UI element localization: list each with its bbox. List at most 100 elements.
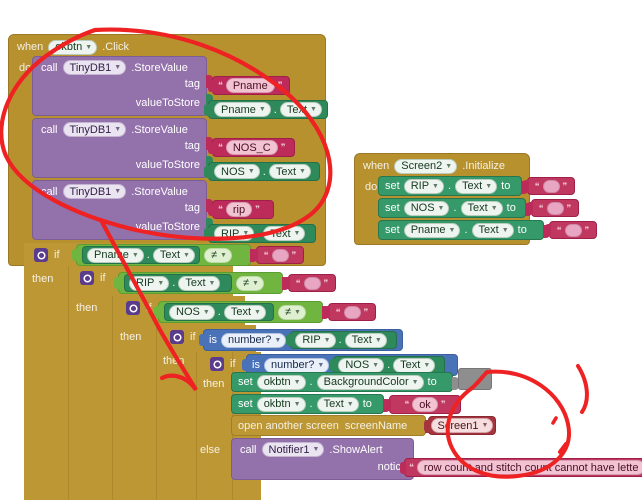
mutator-gear-icon[interactable] — [34, 248, 48, 262]
rip-component-dropdown[interactable]: RIP ▼ — [403, 178, 444, 194]
text-property-dropdown[interactable]: Text ▼ — [152, 247, 195, 263]
block-get-pname-text[interactable]: Pname ▼ . Text ▼ — [204, 100, 328, 119]
storevalue-method-label: .StoreValue — [131, 123, 188, 136]
rip-component-dropdown[interactable]: RIP ▼ — [129, 275, 170, 291]
if-label: if — [54, 249, 60, 261]
block-get-rip-text[interactable]: RIP ▼ . Text ▼ — [204, 224, 316, 243]
tinydb1-component-dropdown[interactable]: TinyDB1 ▼ — [62, 122, 127, 137]
block-call-tinydb1-storevalue-3[interactable]: call TinyDB1 ▼ .StoreValue tag valueToSt… — [32, 180, 213, 240]
mutator-gear-icon[interactable] — [170, 330, 184, 344]
okbtn-component-dropdown[interactable]: okbtn ▼ — [256, 374, 306, 390]
block-empty-text-cmp-2[interactable]: ❝ ❞ — [284, 274, 336, 292]
nos-component-dropdown[interactable]: NOS ▼ — [403, 200, 450, 216]
block-color-swatch-grey[interactable] — [458, 368, 492, 390]
text-property-dropdown[interactable]: Text ▼ — [316, 396, 359, 412]
notifier1-component-dropdown[interactable]: Notifier1 ▼ — [261, 442, 325, 457]
open-quote-icon: ❝ — [409, 462, 414, 472]
block-call-tinydb1-storevalue-2[interactable]: call TinyDB1 ▼ .StoreValue tag valueToSt… — [32, 118, 213, 178]
text-property-dropdown[interactable]: Text ▼ — [263, 226, 306, 241]
blocks-canvas[interactable]: when okbtn ▼ .Click do call TinyDB1 ▼ .S… — [0, 0, 642, 500]
text-value-nos-c[interactable]: NOS_C — [225, 140, 278, 155]
block-is-number-rip[interactable]: is number? ▼ RIP ▼ . Text ▼ — [199, 329, 403, 351]
block-empty-text-2[interactable]: ❝ ❞ — [527, 199, 579, 217]
backgroundcolor-property-dropdown[interactable]: BackgroundColor ▼ — [316, 374, 424, 390]
rip-component-dropdown[interactable]: RIP ▼ — [214, 226, 255, 241]
pname-component-dropdown[interactable]: Pname ▼ — [214, 102, 271, 117]
block-get-rip-text-isnum[interactable]: RIP ▼ . Text ▼ — [286, 331, 397, 349]
chevron-down-icon: ▼ — [423, 361, 431, 369]
empty-text-field[interactable] — [271, 248, 289, 262]
text-property-dropdown[interactable]: Text ▼ — [393, 357, 436, 373]
block-text-nos-c[interactable]: ❝ NOS_C ❞ — [208, 138, 295, 157]
pname-component-dropdown[interactable]: Pname ▼ — [87, 247, 144, 263]
comparison-operator-dropdown[interactable]: ≠ ▼ — [236, 275, 264, 291]
comparison-operator-dropdown[interactable]: ≠ ▼ — [204, 247, 232, 263]
nos-component-dropdown[interactable]: NOS ▼ — [338, 357, 385, 373]
text-property-dropdown[interactable]: Text ▼ — [223, 304, 266, 320]
text-property-dropdown[interactable]: Text ▼ — [268, 164, 311, 179]
block-set-pname-text[interactable]: set Pname ▼ . Text ▼ to — [378, 220, 550, 240]
nos-component-dropdown[interactable]: NOS ▼ — [214, 164, 260, 179]
block-empty-text-cmp-3[interactable]: ❝ ❞ — [324, 303, 376, 321]
okbtn-component-dropdown[interactable]: okbtn ▼ — [48, 39, 98, 55]
empty-text-field[interactable] — [564, 223, 582, 237]
block-set-nos-text[interactable]: set NOS ▼ . Text ▼ to — [378, 198, 532, 218]
mutator-gear-icon[interactable] — [80, 271, 94, 285]
empty-text-field[interactable] — [303, 276, 321, 290]
text-value-ok[interactable]: ok — [412, 397, 438, 412]
pname-component-dropdown[interactable]: Pname ▼ — [403, 222, 461, 238]
mutator-gear-icon[interactable] — [210, 357, 224, 371]
nos-component-dropdown[interactable]: NOS ▼ — [169, 304, 215, 320]
block-compare-rip-text[interactable]: RIP ▼ . Text ▼ ≠ ▼ — [114, 272, 289, 294]
empty-text-field[interactable] — [546, 201, 564, 215]
chevron-down-icon: ▼ — [247, 168, 255, 175]
screen1-dropdown[interactable]: Screen1 ▼ — [430, 418, 494, 433]
block-text-rip[interactable]: ❝ rip ❞ — [208, 200, 274, 219]
tinydb1-component-dropdown[interactable]: TinyDB1 ▼ — [62, 184, 127, 199]
block-get-nos-text[interactable]: NOS ▼ . Text ▼ — [204, 162, 320, 181]
block-get-nos-text-cmp[interactable]: NOS ▼ . Text ▼ — [164, 303, 274, 321]
block-get-rip-text-cmp[interactable]: RIP ▼ . Text ▼ — [124, 274, 232, 292]
block-text-pname[interactable]: ❝ Pname ❞ — [208, 76, 290, 95]
number-test-dropdown[interactable]: number? ▼ — [263, 357, 330, 373]
block-get-pname-text-cmp[interactable]: Pname ▼ . Text ▼ — [82, 246, 200, 264]
text-property-dropdown[interactable]: Text ▼ — [279, 102, 322, 117]
block-compare-nos-text[interactable]: NOS ▼ . Text ▼ ≠ ▼ — [154, 301, 329, 323]
screen2-component-dropdown[interactable]: Screen2 ▼ — [394, 158, 458, 174]
text-value-rip[interactable]: rip — [225, 202, 253, 217]
tinydb1-component-dropdown[interactable]: TinyDB1 ▼ — [62, 60, 127, 75]
chevron-down-icon: ▼ — [252, 279, 259, 287]
empty-text-field[interactable] — [343, 305, 361, 319]
block-empty-text-cmp-1[interactable]: ❝ ❞ — [252, 246, 304, 264]
block-call-notifier1-showalert[interactable]: call Notifier1 ▼ .ShowAlert notice — [231, 438, 420, 480]
mutator-gear-icon[interactable] — [126, 301, 140, 315]
block-empty-text-1[interactable]: ❝ ❞ — [523, 177, 575, 195]
block-empty-text-3[interactable]: ❝ ❞ — [545, 221, 597, 239]
chevron-down-icon: ▼ — [312, 446, 320, 453]
block-compare-pname-text[interactable]: Pname ▼ . Text ▼ ≠ ▼ — [72, 244, 257, 266]
close-quote-icon: ❞ — [280, 142, 286, 152]
text-value-pname[interactable]: Pname — [225, 78, 275, 93]
okbtn-component-dropdown[interactable]: okbtn ▼ — [256, 396, 306, 412]
rip-component-dropdown[interactable]: RIP ▼ — [295, 332, 336, 348]
if-label: if — [190, 331, 196, 343]
text-property-dropdown[interactable]: Text ▼ — [471, 222, 514, 238]
dot-separator: . — [273, 103, 277, 116]
storevalue-method-label: .StoreValue — [131, 185, 188, 198]
block-text-ok[interactable]: ❝ ok ❞ — [385, 395, 461, 414]
text-property-dropdown[interactable]: Text ▼ — [178, 275, 221, 291]
text-value-notice[interactable]: row count and stitch count cannot have l… — [416, 460, 642, 475]
text-property-dropdown[interactable]: Text ▼ — [344, 332, 387, 348]
text-property-dropdown[interactable]: Text ▼ — [455, 178, 498, 194]
block-open-another-screen[interactable]: open another screen screenName — [231, 415, 432, 436]
block-set-okbtn-text[interactable]: set okbtn ▼ . Text ▼ to — [231, 394, 390, 414]
block-screen1-value[interactable]: Screen1 ▼ — [424, 416, 496, 435]
number-test-dropdown[interactable]: number? ▼ — [220, 332, 287, 348]
comparison-operator-dropdown[interactable]: ≠ ▼ — [278, 304, 306, 320]
text-property-dropdown[interactable]: Text ▼ — [460, 200, 503, 216]
block-set-rip-text[interactable]: set RIP ▼ . Text ▼ to — [378, 176, 528, 196]
block-set-okbtn-backgroundcolor[interactable]: set okbtn ▼ . BackgroundColor ▼ to — [231, 372, 459, 392]
empty-text-field[interactable] — [542, 179, 560, 193]
block-call-tinydb1-storevalue-1[interactable]: call TinyDB1 ▼ .StoreValue tag valueToSt… — [32, 56, 213, 116]
block-text-notice-message[interactable]: ❝ row count and stitch count cannot have… — [400, 458, 642, 477]
